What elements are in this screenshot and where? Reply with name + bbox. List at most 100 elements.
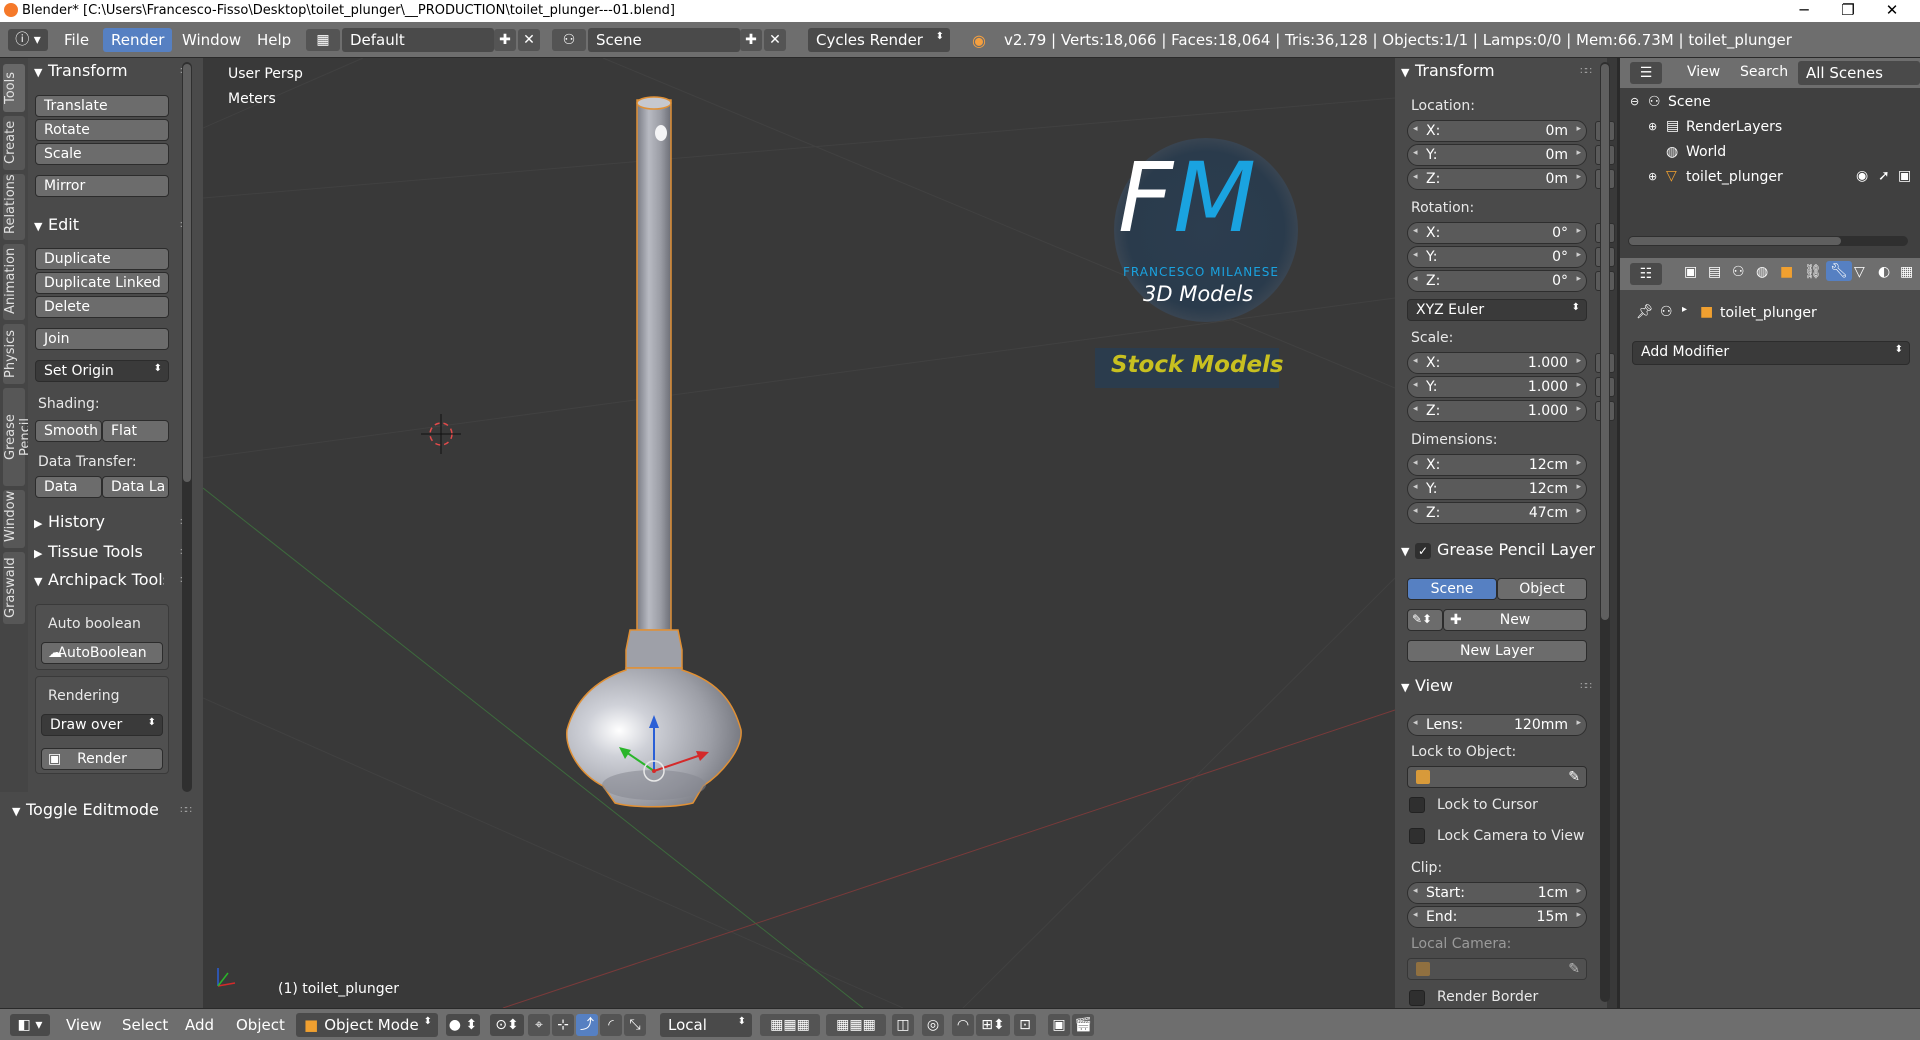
increment-arrow-icon[interactable]: ▸ [1576,482,1581,492]
transform-panel-header[interactable]: ▼ Transform [34,61,128,80]
outliner-hscroll-thumb[interactable] [1629,237,1841,245]
pin-icon[interactable]: 📌︎ [1636,304,1654,320]
info-editor-icon[interactable]: ⓘ ▾ [8,29,48,51]
layers-tab-icon[interactable]: ▤ [1708,264,1721,280]
restore-button[interactable]: ❐ [1826,0,1870,22]
draw-over-select[interactable]: Draw over ⬍ [41,714,163,736]
constraints-tab-icon[interactable]: ⛓ [1804,264,1822,280]
layer-lock-icon[interactable]: ◫ [892,1014,914,1036]
clip-end-field[interactable]: ◂ End: 15m ▸ [1407,906,1587,928]
tab-animation[interactable]: Animation [3,244,25,320]
gp-object-tab[interactable]: Object [1497,578,1587,600]
outliner-item-world[interactable]: World [1686,144,1726,160]
close-button[interactable]: ✕ [1870,0,1914,22]
menu-view[interactable]: View [66,1016,102,1034]
render-border-checkbox[interactable] [1409,990,1425,1006]
collapse-toggle-icon[interactable]: ⊖ [1630,95,1639,108]
set-origin-select[interactable]: Set Origin ⬍ [35,360,169,382]
decrement-arrow-icon[interactable]: ◂ [1413,148,1418,158]
outliner-item-toilet-plunger[interactable]: toilet_plunger [1686,169,1783,185]
tab-relations[interactable]: Relations [3,174,25,240]
visibility-eye-icon[interactable]: ◉ [1856,168,1868,184]
increment-arrow-icon[interactable]: ▸ [1576,886,1581,896]
mirror-button[interactable]: Mirror [35,175,169,197]
opengl-anim-icon[interactable]: 🎬︎ [1072,1014,1094,1036]
tab-grease-pencil[interactable]: Grease Pencil [3,388,33,486]
snap-target-icon[interactable]: ⊡ [1014,1014,1036,1036]
decrement-arrow-icon[interactable]: ◂ [1413,482,1418,492]
opengl-render-icon[interactable]: ▣ [1048,1014,1070,1036]
n-transform-header[interactable]: ▼ Transform [1401,61,1495,80]
remove-scene-icon[interactable]: ✕ [764,29,786,51]
increment-arrow-icon[interactable]: ▸ [1576,506,1581,516]
join-button[interactable]: Join [35,328,169,350]
mode-select[interactable]: ■ Object Mode ⬍ [296,1013,438,1037]
drag-handle-icon[interactable]: ∷∷ [1580,681,1592,692]
translate-button[interactable]: Translate [35,95,169,117]
data-transfer-layout-button[interactable]: Data La [102,476,169,498]
location-y-field[interactable]: ◂ Y: 0m ▸ [1407,144,1587,166]
decrement-arrow-icon[interactable]: ◂ [1413,458,1418,468]
auto-boolean-button[interactable]: ☁ AutoBoolean [41,642,163,664]
increment-arrow-icon[interactable]: ▸ [1576,380,1581,390]
menu-window[interactable]: Window [182,31,241,49]
shading-mode-icon[interactable]: ● ⬍ [446,1014,480,1036]
dimensions-x-field[interactable]: ◂ X: 12cm ▸ [1407,454,1587,476]
n-panel-scrollbar[interactable] [1600,62,1610,1002]
smooth-button[interactable]: Smooth [35,420,102,442]
decrement-arrow-icon[interactable]: ◂ [1413,404,1418,414]
3d-viewport[interactable]: User Persp Meters (1) toilet_plunger FM … [203,58,1395,1008]
scale-x-field[interactable]: ◂ X: 1.000 ▸ [1407,352,1587,374]
outliner-item-scene[interactable]: Scene [1668,94,1711,110]
n-panel-scroll-thumb[interactable] [1601,64,1609,620]
decrement-arrow-icon[interactable]: ◂ [1413,886,1418,896]
rotation-x-field[interactable]: ◂ X: 0° ▸ [1407,222,1587,244]
increment-arrow-icon[interactable]: ▸ [1576,226,1581,236]
add-layout-icon[interactable]: ✚ [494,29,516,51]
lock-to-cursor-checkbox[interactable] [1409,797,1425,813]
outliner-search-menu[interactable]: Search [1740,64,1788,80]
tab-tools[interactable]: Tools [3,64,25,112]
translate-manipulator-icon[interactable]: ⊹ [552,1014,574,1036]
gp-scene-tab[interactable]: Scene [1407,578,1497,600]
add-scene-icon[interactable]: ✚ [740,29,762,51]
pencil-icon[interactable]: ✎⬍ [1407,609,1443,631]
layers-grid-b-icon[interactable]: ▦▦▦ [826,1014,886,1036]
expand-toggle-icon[interactable]: ⊕ [1648,170,1657,183]
decrement-arrow-icon[interactable]: ◂ [1413,380,1418,390]
eyedropper-icon[interactable]: ✎ [1568,769,1580,785]
scene-icon[interactable]: ⚇ [552,29,586,51]
render-camera-icon[interactable]: ▣ [1898,168,1911,184]
dimensions-z-field[interactable]: ◂ Z: 47cm ▸ [1407,502,1587,524]
clip-start-field[interactable]: ◂ Start: 1cm ▸ [1407,882,1587,904]
scale-y-field[interactable]: ◂ Y: 1.000 ▸ [1407,376,1587,398]
view-panel-header[interactable]: ▼ View [1401,676,1453,695]
modifiers-tab-icon[interactable]: 🔧︎ [1826,261,1852,281]
menu-help[interactable]: Help [257,31,291,49]
scale-button[interactable]: Scale [35,143,169,165]
increment-arrow-icon[interactable]: ▸ [1576,910,1581,920]
material-tab-icon[interactable]: ◐ [1878,264,1890,280]
lens-field[interactable]: ◂ Lens: 120mm ▸ [1407,714,1587,736]
drag-handle-icon[interactable]: ∷∷ [1580,66,1592,77]
tab-graswald[interactable]: Graswald [3,552,25,624]
increment-arrow-icon[interactable]: ▸ [1576,404,1581,414]
scene-field[interactable]: Scene [588,28,740,52]
increment-arrow-icon[interactable]: ▸ [1576,274,1581,284]
decrement-arrow-icon[interactable]: ◂ [1413,226,1418,236]
decrement-arrow-icon[interactable]: ◂ [1413,356,1418,366]
increment-arrow-icon[interactable]: ▸ [1576,172,1581,182]
minimize-button[interactable]: ─ [1782,0,1826,22]
data-transfer-button[interactable]: Data [35,476,102,498]
pivot-point-icon[interactable]: ⊙⬍ [490,1014,524,1036]
expand-toggle-icon[interactable]: ⊕ [1648,120,1657,133]
menu-add[interactable]: Add [185,1016,214,1034]
object-tab-icon[interactable]: ■ [1780,264,1793,280]
history-panel-header[interactable]: ▶ History [34,512,105,531]
toolshelf-scroll-thumb[interactable] [183,64,191,482]
rotate-manipulator-icon[interactable]: ⤴ [576,1014,598,1036]
world-tab-icon[interactable]: ◍ [1756,264,1768,280]
decrement-arrow-icon[interactable]: ◂ [1413,172,1418,182]
rotation-y-field[interactable]: ◂ Y: 0° ▸ [1407,246,1587,268]
scene-tab-icon[interactable]: ⚇ [1732,264,1745,280]
